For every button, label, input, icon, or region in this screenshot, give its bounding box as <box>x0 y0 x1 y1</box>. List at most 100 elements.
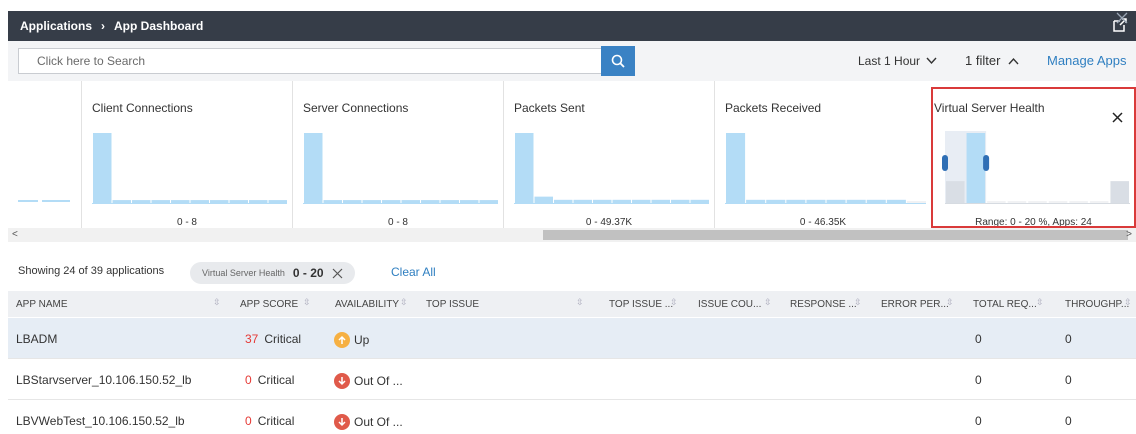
column-header-app-name[interactable]: APP NAME <box>16 299 68 310</box>
breadcrumb-applications[interactable]: Applications <box>20 19 92 33</box>
chart-bar <box>93 133 112 203</box>
chart-range: 0 - 8 <box>176 217 197 228</box>
arrow-down-icon <box>334 414 350 430</box>
table-row[interactable]: LBADM 37 Critical Up 0 0 <box>8 318 1136 359</box>
app-score-value: 0 <box>245 373 252 387</box>
chart-bar <box>268 200 287 203</box>
chart-bar <box>906 201 926 203</box>
column-header-top-issue[interactable]: TOP ISSUE <box>426 299 479 310</box>
availability: Out Of ... <box>334 373 403 389</box>
chart-bar <box>671 199 690 203</box>
column-header-availability[interactable]: AVAILABILITY <box>335 299 399 310</box>
remove-chart-icon[interactable] <box>1116 12 1128 24</box>
chart-bar <box>190 200 209 203</box>
column-header-issue-count[interactable]: ISSUE COU... <box>698 299 761 310</box>
arrow-down-icon <box>334 373 350 389</box>
chart-bar <box>554 199 573 203</box>
chevron-up-icon <box>1008 57 1019 64</box>
chart-bar <box>690 199 709 203</box>
chart-bar <box>249 200 268 203</box>
chart-bar <box>573 199 592 203</box>
chart-bar <box>515 133 534 203</box>
sort-icon[interactable]: ⇳ <box>1036 297 1044 308</box>
chart-bar <box>886 199 906 203</box>
chart-plot <box>303 133 498 204</box>
breadcrumb-app-dashboard: App Dashboard <box>114 19 204 33</box>
column-header-error-percent[interactable]: ERROR PER... <box>881 299 949 310</box>
table-row[interactable]: LBStarvserver_10.106.150.52_lb 0 Critical… <box>8 359 1136 400</box>
app-score: 0 Critical <box>245 373 294 387</box>
scrollbar-thumb[interactable] <box>543 230 1128 240</box>
chart-bar <box>866 199 886 203</box>
manage-apps-link[interactable]: Manage Apps <box>1047 53 1127 68</box>
filter-chip: Virtual Server Health 0 - 20 <box>190 262 355 284</box>
column-header-total-requests[interactable]: TOTAL REQ... <box>973 299 1037 310</box>
sort-icon[interactable]: ⇳ <box>670 297 678 308</box>
chart-partial[interactable] <box>8 81 81 228</box>
remove-filter-icon[interactable] <box>332 268 343 279</box>
table-row[interactable]: LBVWebTest_10.106.150.52_lb 0 Critical Ou… <box>8 400 1136 434</box>
chart-bar <box>343 200 362 203</box>
metric-charts: Client Connections 0 - 8 Server Connecti… <box>8 81 1136 228</box>
chart-partial-plot <box>18 200 70 202</box>
chart-client-connections[interactable]: Client Connections 0 - 8 <box>81 81 292 228</box>
chart-bar <box>112 200 131 203</box>
scroll-right-icon[interactable]: > <box>1126 229 1132 240</box>
availability-label: Out Of ... <box>354 415 403 429</box>
throughput: 0 <box>1065 414 1072 428</box>
column-header-top-issue-2[interactable]: TOP ISSUE ... <box>609 299 673 310</box>
chart-bar <box>210 200 229 203</box>
total-requests: 0 <box>975 332 982 346</box>
app-name[interactable]: LBADM <box>16 332 57 346</box>
chart-bar <box>612 199 631 203</box>
search-icon <box>611 54 625 68</box>
chart-bar <box>132 200 151 203</box>
search-input[interactable] <box>18 48 610 74</box>
chart-bar <box>382 200 401 203</box>
chart-bar <box>786 199 806 203</box>
close-icon[interactable] <box>1112 112 1123 123</box>
chart-plot <box>514 133 709 204</box>
column-header-throughput[interactable]: THROUGHP... <box>1065 299 1129 310</box>
app-score: 0 Critical <box>245 414 294 428</box>
chart-bar <box>479 200 498 203</box>
chart-server-connections[interactable]: Server Connections 0 - 8 <box>292 81 503 228</box>
sort-icon[interactable]: ⇳ <box>946 297 954 308</box>
charts-scrollbar[interactable]: < > <box>8 228 1136 242</box>
chart-bar <box>632 199 651 203</box>
chart-bar <box>171 200 190 203</box>
total-requests: 0 <box>975 373 982 387</box>
filter-toggle[interactable]: 1 filter <box>965 53 1019 68</box>
column-header-app-score[interactable]: APP SCORE <box>240 299 298 310</box>
chart-bar <box>766 199 786 203</box>
sort-icon[interactable]: ⇳ <box>213 297 221 308</box>
availability-label: Up <box>354 333 370 347</box>
sort-icon[interactable]: ⇳ <box>576 297 584 308</box>
search-button[interactable] <box>601 46 635 76</box>
app-name[interactable]: LBStarvserver_10.106.150.52_lb <box>16 373 191 387</box>
chart-range: 0 - 49.37K <box>585 217 633 228</box>
time-range-label: Last 1 Hour <box>858 54 921 68</box>
clear-all-link[interactable]: Clear All <box>391 265 436 279</box>
chart-bar <box>460 200 479 203</box>
column-header-response[interactable]: RESPONSE ... <box>790 299 857 310</box>
sort-icon[interactable]: ⇳ <box>764 297 772 308</box>
chevron-down-icon <box>926 57 937 65</box>
chart-plot <box>725 133 926 204</box>
sort-icon[interactable]: ⇳ <box>854 297 862 308</box>
chart-packets-sent[interactable]: Packets Sent 0 - 49.37K <box>503 81 714 228</box>
availability: Out Of ... <box>334 414 403 430</box>
availability-label: Out Of ... <box>354 374 403 388</box>
chart-bar <box>362 200 381 203</box>
app-score-value: 0 <box>245 414 252 428</box>
sort-icon[interactable]: ⇳ <box>1124 297 1132 308</box>
chart-packets-received[interactable]: Packets Received 0 - 46.35K <box>714 81 931 228</box>
time-range-select[interactable]: Last 1 Hour <box>858 54 937 68</box>
app-name[interactable]: LBVWebTest_10.106.150.52_lb <box>16 414 185 428</box>
app-score-label: Critical <box>264 332 302 346</box>
sort-icon[interactable]: ⇳ <box>303 297 311 308</box>
chart-bar <box>746 199 766 203</box>
sort-icon[interactable]: ⇳ <box>400 297 408 308</box>
scroll-left-icon[interactable]: < <box>12 229 18 240</box>
chart-range: 0 - 8 <box>387 217 408 228</box>
